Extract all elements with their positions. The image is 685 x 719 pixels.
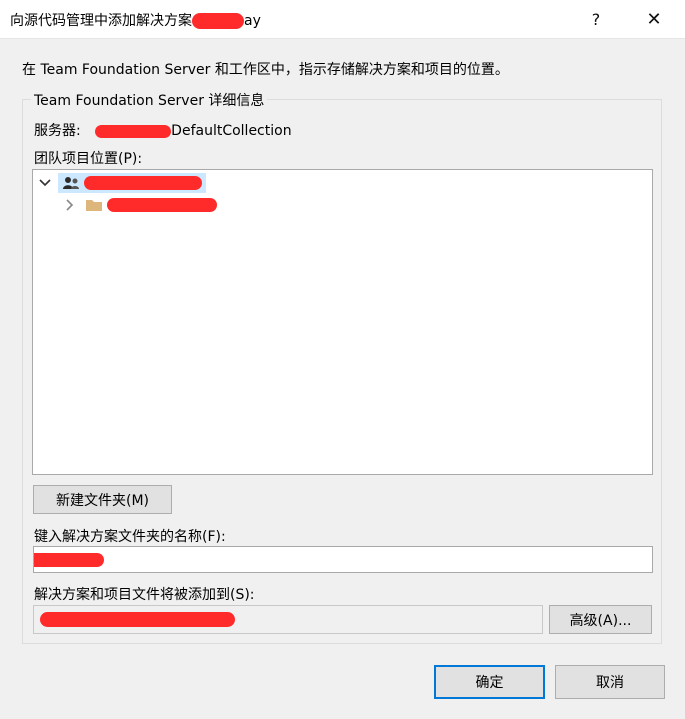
server-value: DefaultCollection <box>171 123 292 139</box>
redaction-mark <box>107 198 217 212</box>
help-button[interactable]: ? <box>573 0 619 38</box>
close-icon: ✕ <box>646 8 662 30</box>
redaction-mark <box>40 612 235 627</box>
ok-button[interactable]: 确定 <box>434 665 545 699</box>
solution-folder-input[interactable] <box>33 546 653 573</box>
redaction-mark <box>34 552 104 567</box>
tree-node-project[interactable] <box>63 194 217 216</box>
team-collection-icon <box>63 177 79 189</box>
tree-node-selected[interactable] <box>58 173 206 193</box>
title-bar: 向源代码管理中添加解决方案 ay ? ✕ <box>0 0 685 39</box>
solution-folder-label: 键入解决方案文件夹的名称(F): <box>34 529 226 545</box>
chevron-right-icon[interactable] <box>63 198 77 212</box>
advanced-button[interactable]: 高级(A)... <box>549 605 652 634</box>
chevron-down-icon[interactable] <box>38 176 52 190</box>
redaction-mark <box>95 124 172 138</box>
destination-path-field[interactable] <box>33 605 543 634</box>
window-title-text: 向源代码管理中添加解决方案 <box>10 13 192 29</box>
tree-node-collection[interactable] <box>38 172 206 194</box>
redaction-mark <box>192 13 244 29</box>
window-title: 向源代码管理中添加解决方案 ay <box>10 10 261 30</box>
team-project-tree[interactable] <box>32 169 653 475</box>
destination-label: 解决方案和项目文件将被添加到(S): <box>34 587 255 603</box>
details-group-title: Team Foundation Server 详细信息 <box>31 90 268 110</box>
close-button[interactable]: ✕ <box>631 0 677 38</box>
instruction-text: 在 Team Foundation Server 和工作区中，指示存储解决方案和… <box>22 62 509 78</box>
window-title-suffix: ay <box>244 13 261 29</box>
folder-icon <box>86 200 102 211</box>
help-icon: ? <box>591 9 601 29</box>
server-label: 服务器: <box>34 123 81 139</box>
server-row: 服务器: DefaultCollection <box>34 120 292 140</box>
new-folder-button[interactable]: 新建文件夹(M) <box>33 485 172 514</box>
redaction-mark <box>84 176 202 190</box>
cancel-button[interactable]: 取消 <box>555 665 665 699</box>
tree-node-project-content <box>85 197 217 213</box>
team-project-label: 团队项目位置(P): <box>34 151 143 167</box>
